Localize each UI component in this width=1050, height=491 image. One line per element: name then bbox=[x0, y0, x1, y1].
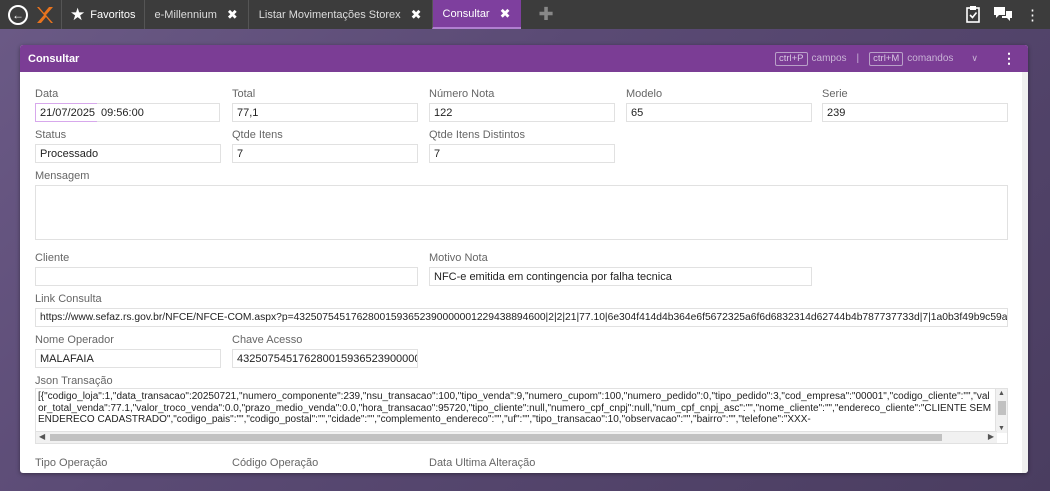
cliente-label: Cliente bbox=[35, 252, 70, 264]
clipboard-check-icon[interactable] bbox=[965, 5, 981, 26]
status-field[interactable]: Processado bbox=[35, 144, 221, 163]
consultar-panel: Consultar ctrl+P campos | ctrl+M comando… bbox=[20, 45, 1028, 473]
link-consulta-label: Link Consulta bbox=[35, 293, 102, 305]
tab-label: Consultar bbox=[442, 7, 490, 20]
qtde-itens-distintos-field[interactable]: 7 bbox=[429, 144, 615, 163]
codigo-operacao-label: Código Operação bbox=[232, 457, 319, 469]
shortcut-label-campos[interactable]: campos bbox=[812, 53, 847, 64]
close-icon[interactable]: ✖ bbox=[500, 6, 511, 22]
shortcut-separator: | bbox=[856, 53, 860, 64]
data-ultima-alteracao-label: Data Ultima Alteração bbox=[429, 457, 536, 469]
vertical-scrollbar[interactable]: ▲ ▼ bbox=[995, 389, 1007, 433]
serie-label: Serie bbox=[822, 88, 848, 100]
chave-acesso-label: Chave Acesso bbox=[232, 334, 303, 346]
qtde-itens-field[interactable]: 7 bbox=[232, 144, 418, 163]
json-transacao-field[interactable]: [{"codigo_loja":1,"data_transacao":20250… bbox=[35, 388, 1008, 444]
tipo-operacao-label: Tipo Operação bbox=[35, 457, 108, 469]
total-field[interactable]: 77,1 bbox=[232, 103, 418, 122]
data-label: Data bbox=[35, 88, 59, 100]
back-arrow-icon[interactable]: ← bbox=[8, 4, 28, 25]
motivo-nota-field[interactable]: NFC-e emitida em contingencia por falha … bbox=[429, 267, 812, 286]
star-icon: ★ bbox=[70, 5, 86, 24]
shortcut-hints: ctrl+P campos | ctrl+M comandos ∨ ⋮ bbox=[774, 45, 1016, 72]
shortcut-key-campos: ctrl+P bbox=[774, 51, 808, 66]
link-consulta-field[interactable]: https://www.sefaz.rs.gov.br/NFCE/NFCE-CO… bbox=[35, 308, 1008, 327]
more-vertical-icon[interactable]: ⋮ bbox=[1025, 8, 1040, 23]
cliente-field[interactable] bbox=[35, 267, 418, 286]
scroll-up-arrow-icon[interactable]: ▲ bbox=[998, 390, 1005, 397]
close-icon[interactable]: ✖ bbox=[411, 7, 422, 23]
tab-consultar[interactable]: Consultar ✖ bbox=[431, 0, 521, 29]
qtde-itens-distintos-label: Qtde Itens Distintos bbox=[429, 129, 525, 141]
tab-label: e-Millennium bbox=[154, 8, 217, 21]
tab-e-millennium[interactable]: e-Millennium ✖ bbox=[143, 0, 248, 29]
modelo-label: Modelo bbox=[626, 88, 663, 100]
data-time-field[interactable]: 09:56:00 bbox=[97, 103, 220, 122]
chevron-down-icon[interactable]: ∨ bbox=[971, 53, 978, 64]
scroll-left-arrow-icon[interactable]: ◀ bbox=[39, 432, 45, 441]
horizontal-scrollbar[interactable]: ◀ ▶ bbox=[36, 431, 997, 443]
more-vertical-icon[interactable]: ⋮ bbox=[1002, 50, 1016, 67]
numero-nota-label: Número Nota bbox=[429, 88, 495, 100]
form-body: Data 21/07/2025 09:56:00 Total 77,1 Núme… bbox=[20, 72, 1028, 473]
app-logo-icon[interactable] bbox=[35, 5, 53, 25]
shortcut-key-comandos: ctrl+M bbox=[869, 51, 904, 66]
json-transacao-text: [{"codigo_loja":1,"data_transacao":20250… bbox=[38, 391, 992, 425]
panel-header: Consultar ctrl+P campos | ctrl+M comando… bbox=[20, 45, 1028, 72]
top-bar: ← ★ Favoritos e-Millennium ✖ Listar Movi… bbox=[0, 0, 1050, 29]
status-label: Status bbox=[35, 129, 67, 141]
tab-listar-movimentacoes[interactable]: Listar Movimentações Storex ✖ bbox=[247, 0, 432, 29]
scroll-right-arrow-icon[interactable]: ▶ bbox=[988, 432, 994, 441]
mensagem-field[interactable] bbox=[35, 185, 1008, 240]
motivo-nota-label: Motivo Nota bbox=[429, 252, 488, 264]
top-right-actions: ⋮ bbox=[965, 5, 1040, 26]
favorites-button[interactable]: ★ Favoritos bbox=[61, 0, 144, 29]
total-label: Total bbox=[232, 88, 256, 100]
nome-operador-field[interactable]: MALAFAIA bbox=[35, 349, 221, 368]
scroll-down-arrow-icon[interactable]: ▼ bbox=[998, 425, 1005, 432]
scrollbar-thumb[interactable] bbox=[998, 401, 1006, 415]
scrollbar-thumb[interactable] bbox=[50, 434, 942, 441]
chat-icon[interactable] bbox=[993, 6, 1013, 25]
chave-acesso-field[interactable]: 43250754517628001593652390000012294 bbox=[232, 349, 418, 368]
data-date-field[interactable]: 21/07/2025 bbox=[35, 103, 98, 122]
nome-operador-label: Nome Operador bbox=[35, 334, 114, 346]
mensagem-label: Mensagem bbox=[35, 170, 90, 182]
tab-label: Listar Movimentações Storex bbox=[258, 8, 401, 21]
modelo-field[interactable]: 65 bbox=[626, 103, 812, 122]
numero-nota-field[interactable]: 122 bbox=[429, 103, 615, 122]
close-icon[interactable]: ✖ bbox=[227, 7, 238, 23]
qtde-itens-label: Qtde Itens bbox=[232, 129, 283, 141]
favorites-label: Favoritos bbox=[90, 8, 136, 21]
shortcut-label-comandos[interactable]: comandos bbox=[907, 53, 953, 64]
serie-field[interactable]: 239 bbox=[822, 103, 1008, 122]
add-tab-icon[interactable]: ✚ bbox=[539, 4, 554, 25]
panel-title: Consultar bbox=[28, 52, 80, 65]
panel-scrollbar[interactable] bbox=[1022, 72, 1028, 473]
json-transacao-label: Json Transação bbox=[35, 375, 113, 387]
